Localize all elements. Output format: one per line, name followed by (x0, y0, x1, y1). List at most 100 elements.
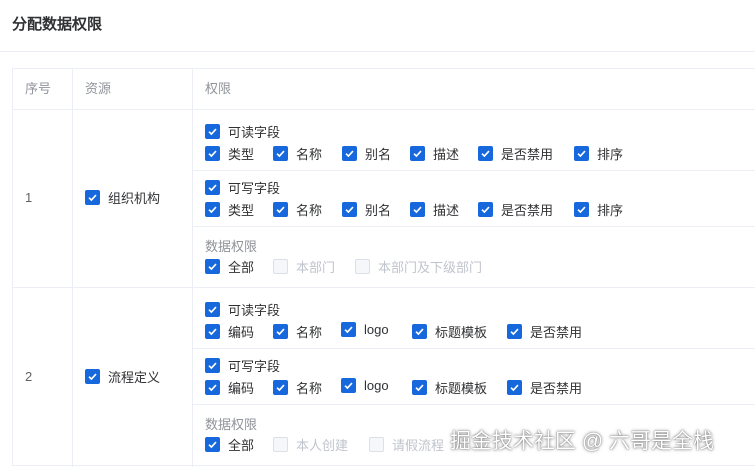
check-icon (85, 190, 100, 205)
resource-label: 流程定义 (108, 370, 161, 385)
field-checkbox[interactable]: 标题模板 (412, 378, 487, 397)
field-checkbox[interactable]: 标题模板 (412, 322, 487, 341)
check-icon (341, 378, 356, 393)
field-label: 排序 (597, 203, 624, 218)
check-icon (205, 202, 220, 217)
field-checkbox[interactable]: 排序 (574, 144, 623, 163)
divider (193, 404, 755, 405)
field-label: 名称 (296, 325, 323, 340)
field-checkbox[interactable]: 类型 (205, 144, 254, 163)
scope-option-all[interactable]: 全部 (205, 435, 254, 454)
field-label: 名称 (296, 203, 323, 218)
field-checkbox[interactable]: 描述 (410, 144, 459, 163)
readable-label: 可读字段 (228, 125, 281, 140)
check-icon (342, 202, 357, 217)
resource-checkbox-org[interactable]: 组织机构 (85, 188, 160, 207)
check-icon (273, 380, 288, 395)
field-label: 标题模板 (435, 325, 488, 340)
field-checkbox[interactable]: 是否禁用 (507, 322, 582, 341)
check-icon (273, 202, 288, 217)
check-icon (273, 324, 288, 339)
data-scope-label: 数据权限 (205, 239, 258, 254)
field-label: 编码 (228, 381, 255, 396)
column-header-index: 序号 (13, 69, 73, 109)
table-header: 序号 资源 权限 (13, 69, 755, 110)
resource-checkbox-process[interactable]: 流程定义 (85, 367, 160, 386)
field-label: 排序 (597, 147, 624, 162)
field-checkbox[interactable]: 是否禁用 (478, 144, 553, 163)
check-icon (341, 322, 356, 337)
check-icon (574, 146, 589, 161)
writable-checkbox[interactable]: 可写字段 (205, 356, 280, 375)
field-label: 名称 (296, 147, 323, 162)
unchecked-box-icon (355, 259, 370, 274)
column-header-resource: 资源 (73, 69, 193, 109)
field-checkbox[interactable]: logo (341, 378, 389, 393)
resource-label: 组织机构 (108, 191, 161, 206)
scope-option-dept[interactable]: 本部门 (273, 257, 335, 276)
check-icon (507, 324, 522, 339)
permission-table: 序号 资源 权限 1 组织机构 可读字段 类型 名称 别名 描述 是否禁用 排序 (12, 68, 755, 467)
readable-checkbox[interactable]: 可读字段 (205, 300, 280, 319)
divider (193, 170, 755, 171)
field-checkbox[interactable]: 名称 (273, 144, 322, 163)
field-checkbox[interactable]: 名称 (273, 200, 322, 219)
field-label: 是否禁用 (530, 325, 583, 340)
divider (193, 226, 755, 227)
field-checkbox[interactable]: 类型 (205, 200, 254, 219)
field-label: 类型 (228, 203, 255, 218)
field-checkbox[interactable]: 排序 (574, 200, 623, 219)
divider (193, 348, 755, 349)
field-checkbox[interactable]: 是否禁用 (507, 378, 582, 397)
unchecked-box-icon (273, 437, 288, 452)
field-label: 描述 (433, 203, 460, 218)
field-label: 描述 (433, 147, 460, 162)
field-checkbox[interactable]: logo (341, 322, 389, 337)
field-checkbox[interactable]: 别名 (342, 144, 391, 163)
readable-checkbox[interactable]: 可读字段 (205, 122, 280, 141)
field-label: logo (364, 378, 389, 393)
check-icon (205, 146, 220, 161)
field-checkbox[interactable]: 是否禁用 (478, 200, 553, 219)
field-checkbox[interactable]: 描述 (410, 200, 459, 219)
scope-option-leave[interactable]: 请假流程 (369, 435, 444, 454)
row-index: 2 (25, 369, 33, 384)
field-label: 编码 (228, 325, 255, 340)
field-label: logo (364, 322, 389, 337)
check-icon (342, 146, 357, 161)
index-cell: 1 (13, 110, 73, 287)
writable-label: 可写字段 (228, 359, 281, 374)
check-icon (412, 380, 427, 395)
field-label: 是否禁用 (501, 147, 554, 162)
field-label: 别名 (365, 147, 392, 162)
scope-option-all[interactable]: 全部 (205, 257, 254, 276)
scope-option-label: 本部门 (296, 260, 336, 275)
field-checkbox[interactable]: 名称 (273, 378, 322, 397)
field-checkbox[interactable]: 编码 (205, 322, 254, 341)
check-icon (205, 259, 220, 274)
field-checkbox[interactable]: 名称 (273, 322, 322, 341)
writable-checkbox[interactable]: 可写字段 (205, 178, 280, 197)
check-icon (205, 124, 220, 139)
readable-label: 可读字段 (228, 303, 281, 318)
check-icon (205, 380, 220, 395)
field-checkbox[interactable]: 编码 (205, 378, 254, 397)
scope-option-dept-sub[interactable]: 本部门及下级部门 (355, 257, 482, 276)
field-label: 标题模板 (435, 381, 488, 396)
check-icon (412, 324, 427, 339)
check-icon (85, 369, 100, 384)
scope-option-label: 全部 (228, 438, 255, 453)
resource-cell: 组织机构 (73, 110, 193, 287)
check-icon (273, 146, 288, 161)
scope-option-self[interactable]: 本人创建 (273, 435, 348, 454)
check-icon (205, 324, 220, 339)
check-icon (205, 180, 220, 195)
column-header-permission: 权限 (205, 81, 232, 96)
writable-label: 可写字段 (228, 181, 281, 196)
check-icon (478, 146, 493, 161)
check-icon (410, 146, 425, 161)
field-checkbox[interactable]: 别名 (342, 200, 391, 219)
check-icon (205, 302, 220, 317)
check-icon (410, 202, 425, 217)
check-icon (205, 358, 220, 373)
